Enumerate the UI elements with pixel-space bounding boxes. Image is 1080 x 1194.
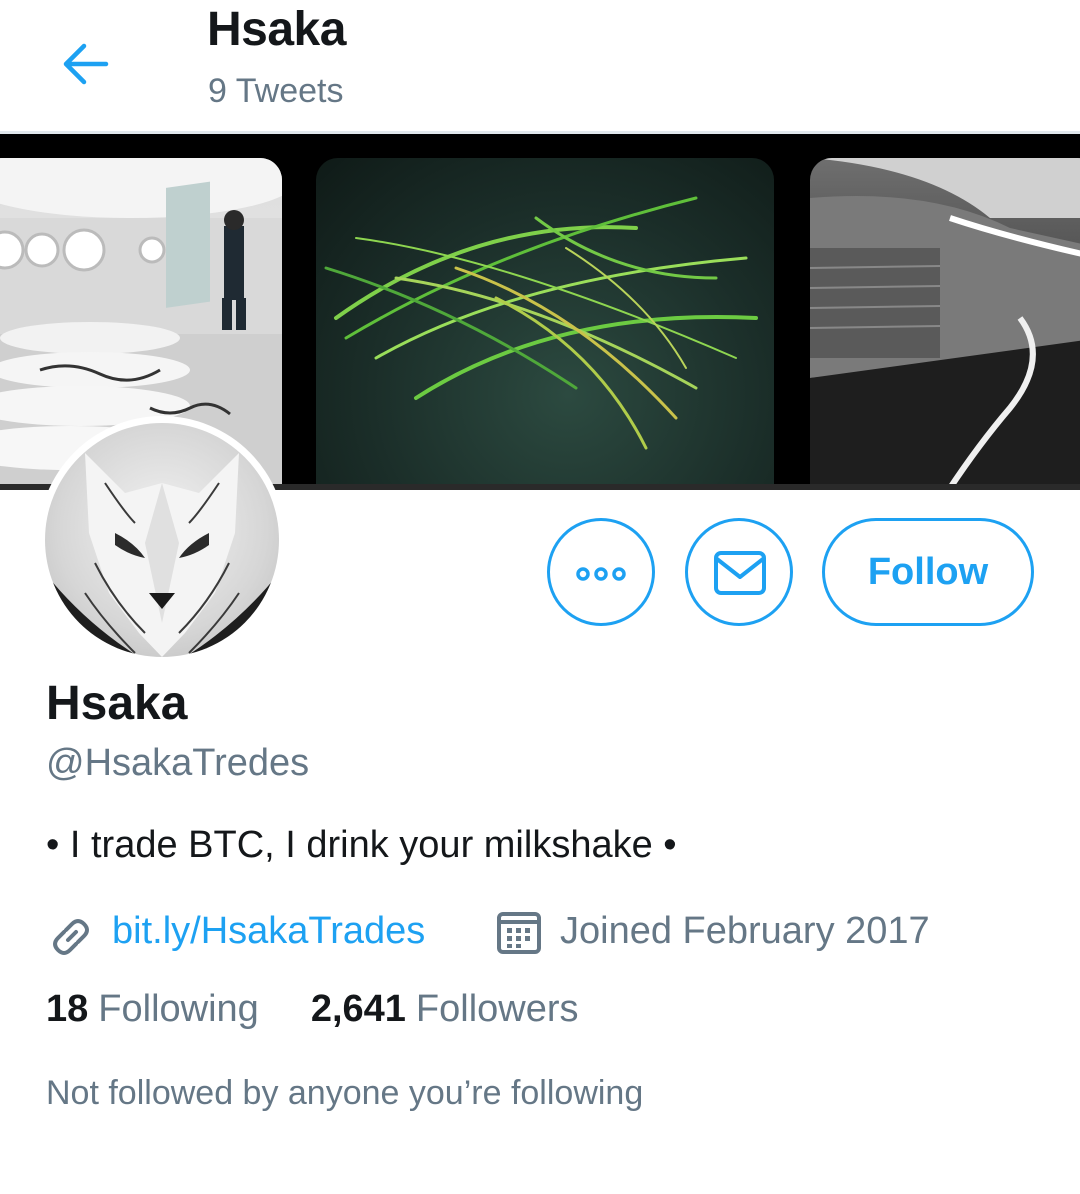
joined-date: Joined February 2017 bbox=[560, 910, 930, 952]
avatar[interactable] bbox=[38, 416, 286, 664]
profile-link[interactable]: bit.ly/HsakaTrades bbox=[112, 910, 425, 953]
following-stat[interactable]: 18 Following bbox=[46, 988, 259, 1031]
following-count: 18 bbox=[46, 988, 89, 1030]
more-options-icon bbox=[576, 567, 626, 581]
not-followed-notice: Not followed by anyone you’re following bbox=[46, 1074, 644, 1112]
follow-button[interactable]: Follow bbox=[822, 518, 1034, 626]
profile-bio: • I trade BTC, I drink your milkshake • bbox=[46, 824, 677, 866]
more-options-button[interactable] bbox=[547, 518, 655, 626]
followers-label: Followers bbox=[415, 988, 579, 1030]
profile-handle: @HsakaTredes bbox=[46, 742, 310, 784]
profile-header: Hsaka 9 Tweets bbox=[0, 0, 1080, 132]
followers-count: 2,641 bbox=[310, 988, 406, 1030]
header-title: Hsaka bbox=[207, 3, 346, 56]
arrow-left-icon[interactable] bbox=[58, 34, 114, 90]
wolf-avatar-image bbox=[45, 423, 279, 657]
message-button[interactable] bbox=[685, 518, 793, 626]
calendar-icon bbox=[497, 912, 541, 954]
tweet-count: 9 Tweets bbox=[208, 72, 344, 110]
banner-frame-grass bbox=[316, 158, 774, 490]
link-icon bbox=[53, 919, 89, 955]
mail-icon bbox=[714, 551, 766, 595]
followers-stat[interactable]: 2,641 Followers bbox=[311, 988, 579, 1031]
banner-frame-tunnel bbox=[810, 158, 1080, 490]
profile-name: Hsaka bbox=[46, 677, 188, 730]
following-label: Following bbox=[98, 988, 259, 1030]
follow-stats: 18 Following 2,641 Followers bbox=[46, 988, 579, 1031]
